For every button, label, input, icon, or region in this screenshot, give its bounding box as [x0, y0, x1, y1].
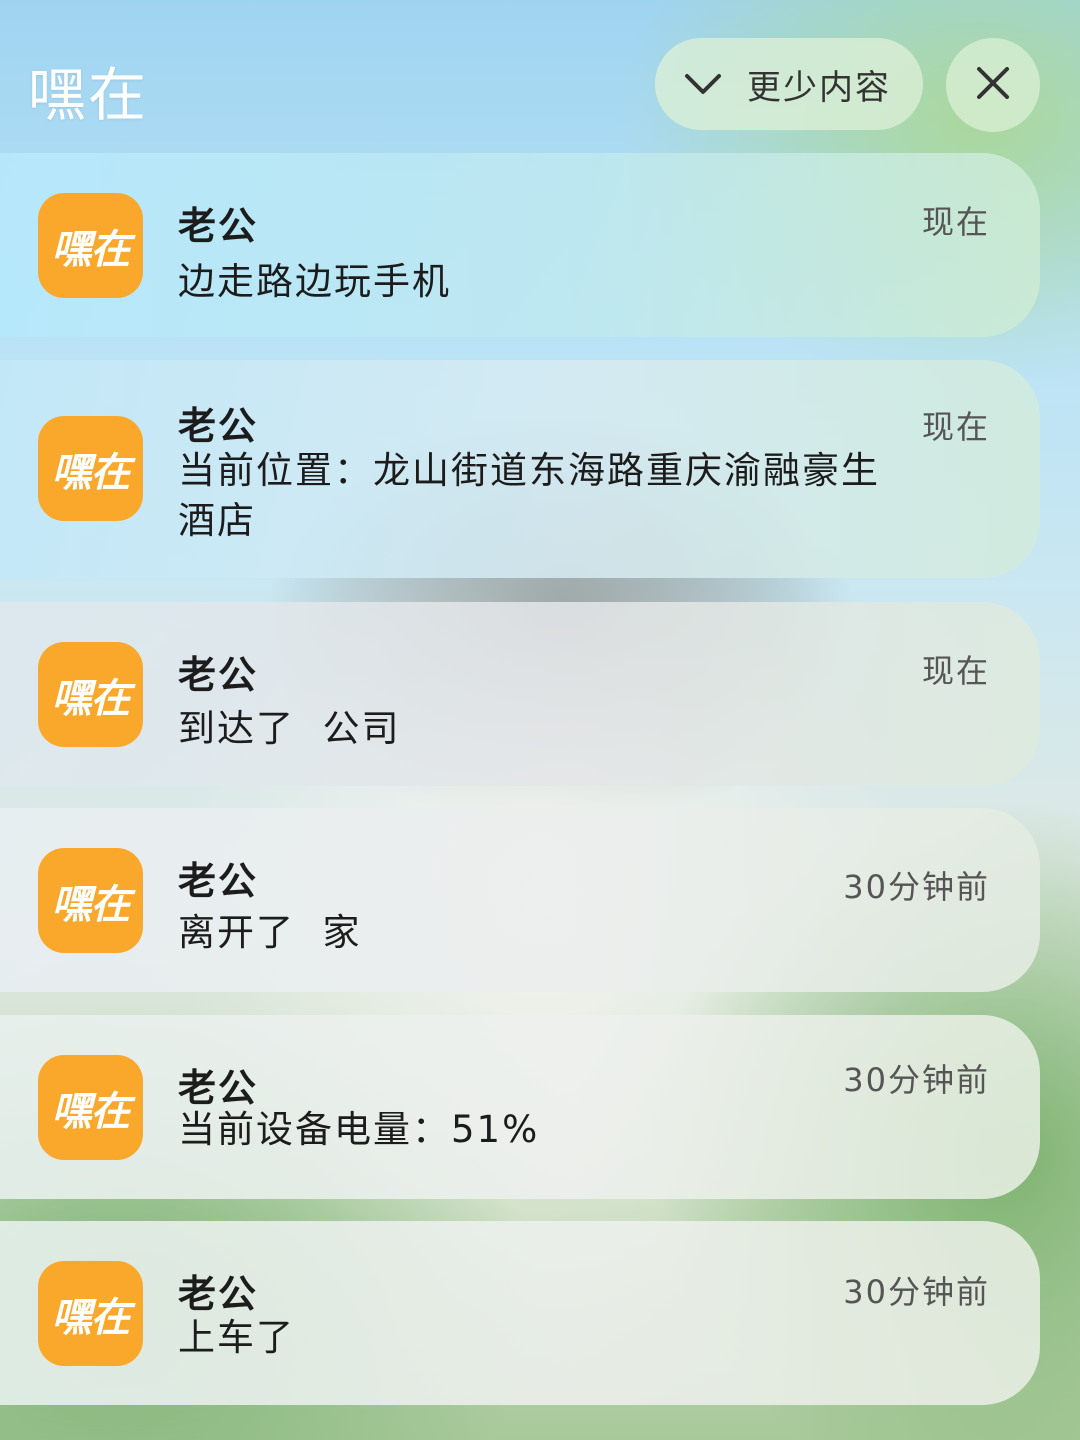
- notification-message: 当前位置：龙山街道东海路重庆渝融豪生酒店: [178, 449, 880, 542]
- chevron-down-icon: [683, 64, 723, 104]
- show-less-button[interactable]: 更少内容: [655, 38, 923, 130]
- notification-card[interactable]: 嘿在 老公 当前位置：龙山街道东海路重庆渝融豪生酒店 现在: [0, 360, 1040, 578]
- notification-sender: 老公: [178, 1272, 259, 1316]
- notification-sender: 老公: [178, 404, 259, 448]
- notification-time: 30分钟前: [843, 868, 990, 906]
- notification-time: 现在: [921, 652, 990, 690]
- notification-message: 边走路边玩手机: [178, 260, 451, 303]
- close-icon: [975, 65, 1011, 105]
- app-group-title: 嘿在: [28, 61, 149, 129]
- notification-sender: 老公: [178, 1066, 259, 1110]
- app-icon: 嘿在: [38, 642, 143, 747]
- notification-time: 30分钟前: [843, 1273, 990, 1311]
- notification-card[interactable]: 嘿在 老公 到达了 公司 现在: [0, 602, 1040, 786]
- show-less-label: 更少内容: [747, 67, 891, 108]
- app-icon: 嘿在: [38, 416, 143, 521]
- notification-card[interactable]: 嘿在 老公 上车了 30分钟前: [0, 1221, 1040, 1405]
- notification-card[interactable]: 嘿在 老公 当前设备电量：51% 30分钟前: [0, 1015, 1040, 1199]
- close-button[interactable]: [946, 38, 1040, 132]
- notification-sender: 老公: [178, 859, 259, 903]
- app-icon: 嘿在: [38, 193, 143, 298]
- app-icon: 嘿在: [38, 1055, 143, 1160]
- notification-message: 上车了: [178, 1316, 295, 1359]
- notification-time: 现在: [921, 408, 990, 446]
- app-icon: 嘿在: [38, 1261, 143, 1366]
- notification-message: 当前设备电量：51%: [178, 1108, 540, 1151]
- app-icon: 嘿在: [38, 848, 143, 953]
- notification-message: 离开了 家: [178, 911, 362, 954]
- notification-sender: 老公: [178, 653, 259, 697]
- notification-card[interactable]: 嘿在 老公 边走路边玩手机 现在: [0, 153, 1040, 337]
- notification-time: 30分钟前: [843, 1061, 990, 1099]
- notification-card[interactable]: 嘿在 老公 离开了 家 30分钟前: [0, 808, 1040, 992]
- notification-message: 到达了 公司: [178, 707, 401, 750]
- notification-group-header: 嘿在 更少内容: [0, 0, 1080, 150]
- notification-sender: 老公: [178, 204, 259, 248]
- notification-time: 现在: [921, 203, 990, 241]
